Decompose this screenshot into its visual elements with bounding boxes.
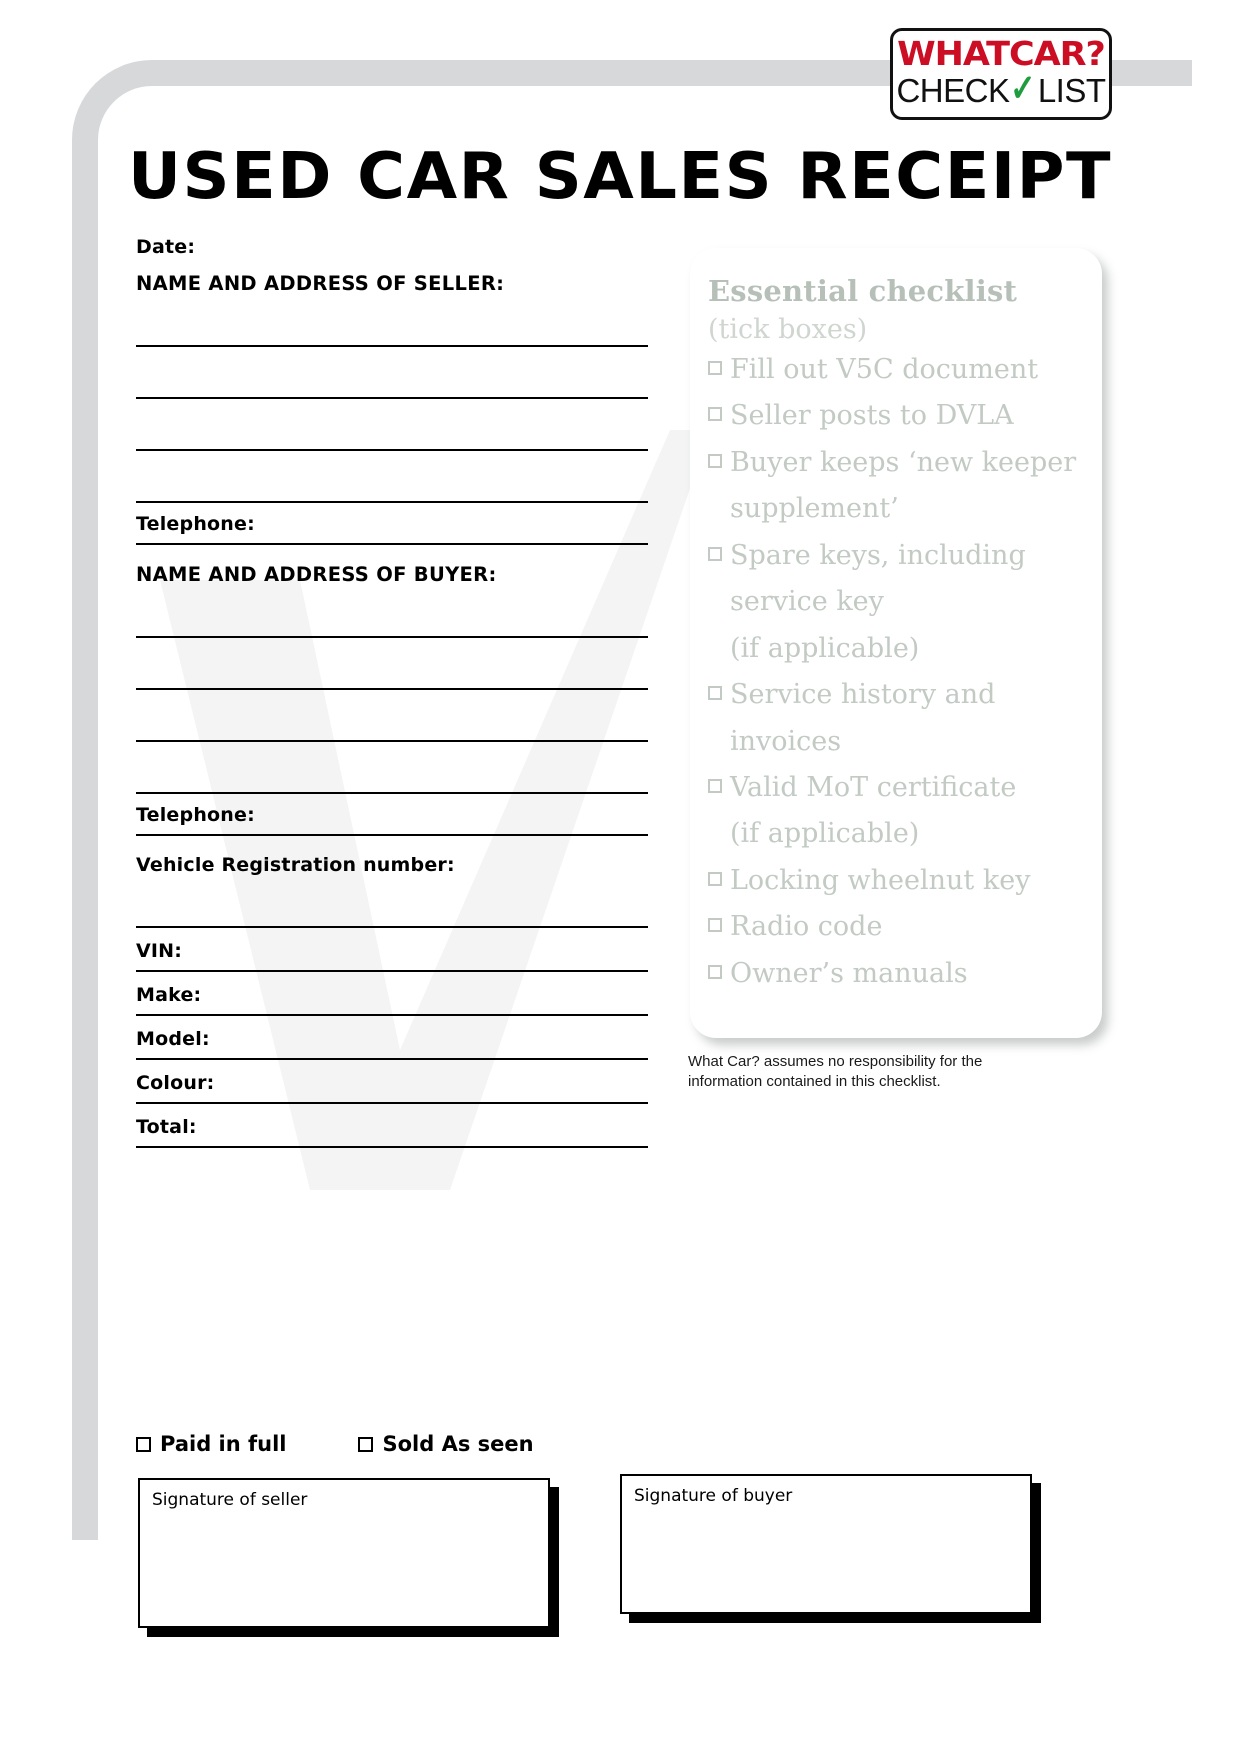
- checkbox-icon[interactable]: [708, 546, 728, 567]
- checklist-item-label: Fill out V5C document: [730, 354, 1039, 385]
- checklist-item[interactable]: Radio code: [708, 904, 1092, 950]
- signature-box-buyer[interactable]: Signature of buyer: [620, 1474, 1032, 1614]
- checklist-item[interactable]: Seller posts to DVLA: [708, 393, 1092, 439]
- checkbox-icon[interactable]: [136, 1436, 157, 1458]
- signature-box-seller[interactable]: Signature of seller: [138, 1478, 550, 1628]
- page-title: USED CAR SALES RECEIPT: [128, 140, 1113, 214]
- checklist-item-label: Owner’s manuals: [730, 957, 968, 989]
- checkbox-icon[interactable]: [708, 964, 728, 985]
- logo-check-word: CHECK: [896, 72, 1010, 109]
- colour-label: Colour:: [136, 1072, 215, 1094]
- checkbox-icon[interactable]: [358, 1436, 380, 1458]
- checklist-item-label: Valid MoT certificate (if applicable): [730, 771, 1017, 850]
- disclaimer-text: What Car? assumes no responsibility for …: [688, 1053, 983, 1091]
- checklist-subtitle: (tick boxes): [708, 314, 868, 345]
- checklist-item[interactable]: Locking wheelnut key: [708, 858, 1092, 904]
- checklist-item-label: Locking wheelnut key: [730, 864, 1031, 896]
- checklist-item[interactable]: Spare keys, including service key (if ap…: [708, 533, 1092, 672]
- seller-telephone-label: Telephone:: [136, 513, 255, 535]
- logo-brand-text: WHATCAR?: [897, 33, 1106, 73]
- checkbox-icon[interactable]: [708, 918, 728, 939]
- logo-list-word: LIST: [1037, 72, 1106, 109]
- buyer-telephone-label: Telephone:: [136, 804, 255, 826]
- option-label: Paid in full: [160, 1432, 287, 1456]
- model-label: Model:: [136, 1028, 210, 1050]
- checkbox-icon[interactable]: [708, 871, 728, 892]
- checklist-item-label: Service history and invoices: [730, 679, 996, 757]
- checklist-item[interactable]: Buyer keeps ‘new keeper supplement’: [708, 440, 1092, 533]
- checklist-item-label: Buyer keeps ‘new keeper supplement’: [730, 446, 1077, 525]
- checkbox-icon[interactable]: [708, 686, 728, 707]
- seller-heading: NAME AND ADDRESS OF SELLER:: [136, 272, 505, 295]
- payment-options: Paid in full Sold As seen: [136, 1432, 656, 1458]
- date-label: Date:: [136, 236, 196, 258]
- total-line[interactable]: [136, 1146, 648, 1148]
- receipt-form: Date: NAME AND ADDRESS OF SELLER: Teleph…: [136, 236, 648, 1148]
- signature-buyer-label: Signature of buyer: [634, 1486, 793, 1506]
- whatcar-checklist-logo: WHATCAR? CHECK ✓ LIST: [890, 28, 1112, 120]
- checklist-title: Essential checklist: [708, 274, 1018, 308]
- checkbox-icon[interactable]: [708, 361, 728, 381]
- checkbox-icon[interactable]: [708, 453, 728, 474]
- option-sold-as-seen[interactable]: Sold As seen: [358, 1432, 534, 1458]
- checklist-item[interactable]: Fill out V5C document: [708, 347, 1092, 393]
- signature-seller-label: Signature of seller: [152, 1490, 308, 1510]
- buyer-heading: NAME AND ADDRESS OF BUYER:: [136, 563, 497, 586]
- vrn-label: Vehicle Registration number:: [136, 854, 455, 876]
- total-label: Total:: [136, 1116, 197, 1138]
- checklist-item[interactable]: Owner’s manuals: [708, 951, 1092, 997]
- checklist-items: Fill out V5C document Seller posts to DVL…: [708, 347, 1092, 997]
- check-tick-icon: ✓: [1010, 67, 1036, 110]
- make-label: Make:: [136, 984, 202, 1006]
- checklist-item-label: Spare keys, including service key (if ap…: [730, 539, 1026, 664]
- checkbox-icon[interactable]: [708, 407, 728, 428]
- vin-label: VIN:: [136, 940, 183, 962]
- checklist-item[interactable]: Service history and invoices: [708, 672, 1092, 765]
- option-paid-in-full[interactable]: Paid in full: [136, 1432, 287, 1458]
- checkbox-icon[interactable]: [708, 778, 728, 799]
- checklist-item-label: Seller posts to DVLA: [730, 400, 1014, 432]
- checklist-item[interactable]: Valid MoT certificate (if applicable): [708, 765, 1092, 858]
- logo-checklist-text: CHECK ✓ LIST: [896, 67, 1106, 110]
- checklist-item-label: Radio code: [730, 911, 883, 943]
- option-label: Sold As seen: [382, 1432, 534, 1456]
- essential-checklist-panel: Essential checklist (tick boxes) Fill ou…: [690, 248, 1102, 1038]
